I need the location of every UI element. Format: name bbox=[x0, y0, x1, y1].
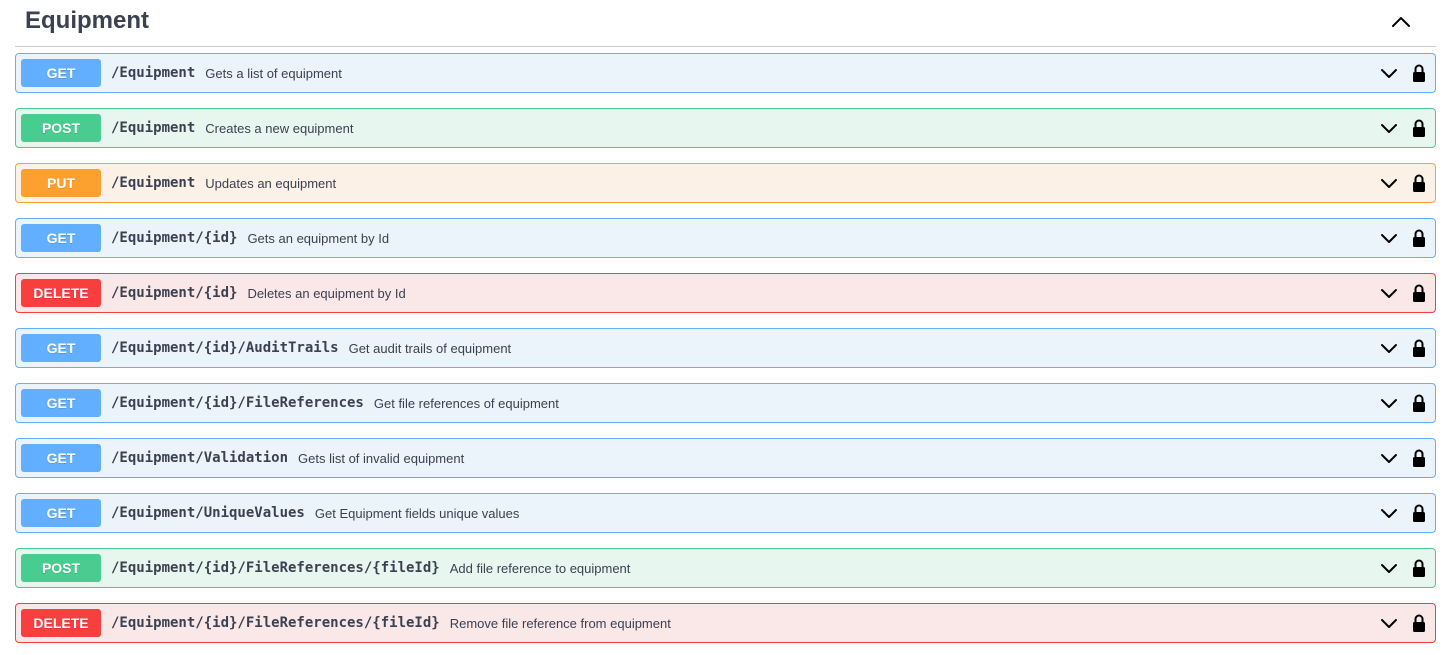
chevron-down-icon[interactable] bbox=[1379, 229, 1399, 247]
operation-description: Gets an equipment by Id bbox=[247, 230, 390, 246]
lock-icon[interactable] bbox=[1411, 447, 1427, 469]
operation-row[interactable]: GET/Equipment/UniqueValues Get Equipment … bbox=[15, 493, 1436, 533]
operation-description: Gets a list of equipment bbox=[205, 65, 342, 81]
method-badge: GET bbox=[21, 389, 101, 417]
operation-row[interactable]: PUT/Equipment Updates an equipment bbox=[15, 163, 1436, 203]
operation-summary-line: /Equipment Gets a list of equipment bbox=[111, 54, 342, 92]
method-badge: GET bbox=[21, 334, 101, 362]
operation-description: Remove file reference from equipment bbox=[449, 615, 671, 631]
chevron-down-icon[interactable] bbox=[1379, 119, 1399, 137]
operation-row[interactable]: DELETE/Equipment/{id} Deletes an equipmen… bbox=[15, 273, 1436, 313]
operation-row[interactable]: GET/Equipment/{id} Gets an equipment by I… bbox=[15, 218, 1436, 258]
operation-description: Deletes an equipment by Id bbox=[247, 285, 406, 301]
chevron-down-icon[interactable] bbox=[1379, 504, 1399, 522]
operation-path: /Equipment/{id} bbox=[111, 230, 238, 246]
operation-description: Updates an equipment bbox=[205, 175, 337, 191]
operation-description: Get file references of equipment bbox=[373, 395, 559, 411]
operation-path: /Equipment bbox=[111, 175, 196, 191]
method-badge: DELETE bbox=[21, 609, 101, 637]
chevron-down-icon[interactable] bbox=[1379, 614, 1399, 632]
method-badge: GET bbox=[21, 224, 101, 252]
operation-summary-line: /Equipment/Validation Gets list of invali… bbox=[111, 439, 464, 477]
operation-row[interactable]: GET/Equipment/{id}/FileReferences Get fil… bbox=[15, 383, 1436, 423]
operation-row[interactable]: GET/Equipment Gets a list of equipment bbox=[15, 53, 1436, 93]
chevron-down-icon[interactable] bbox=[1379, 559, 1399, 577]
operation-description: Gets list of invalid equipment bbox=[298, 450, 465, 466]
operation-summary-line: /Equipment/{id} Gets an equipment by Id bbox=[111, 219, 389, 257]
operation-path: /Equipment/UniqueValues bbox=[111, 505, 305, 521]
lock-icon[interactable] bbox=[1411, 502, 1427, 524]
operation-path: /Equipment/{id} bbox=[111, 285, 238, 301]
section-title: Equipment bbox=[25, 7, 149, 34]
chevron-down-icon[interactable] bbox=[1379, 174, 1399, 192]
lock-icon[interactable] bbox=[1411, 172, 1427, 194]
chevron-down-icon[interactable] bbox=[1379, 394, 1399, 412]
lock-icon[interactable] bbox=[1411, 337, 1427, 359]
operation-summary-line: /Equipment Updates an equipment bbox=[111, 164, 336, 202]
operation-summary-line: /Equipment/{id}/FileReferences/{fileId} R… bbox=[111, 604, 671, 642]
method-badge: GET bbox=[21, 499, 101, 527]
method-badge: GET bbox=[21, 59, 101, 87]
method-badge: POST bbox=[21, 114, 101, 142]
operation-row[interactable]: DELETE/Equipment/{id}/FileReferences/{fi… bbox=[15, 603, 1436, 643]
lock-icon[interactable] bbox=[1411, 62, 1427, 84]
operation-path: /Equipment/{id}/AuditTrails bbox=[111, 340, 339, 356]
lock-icon[interactable] bbox=[1411, 557, 1427, 579]
lock-icon[interactable] bbox=[1411, 282, 1427, 304]
operation-row[interactable]: POST/Equipment Creates a new equipment bbox=[15, 108, 1436, 148]
operation-description: Get audit trails of equipment bbox=[348, 340, 512, 356]
chevron-down-icon[interactable] bbox=[1379, 449, 1399, 467]
section-header-equipment[interactable]: Equipment bbox=[15, 0, 1436, 47]
operation-row[interactable]: POST/Equipment/{id}/FileReferences/{file… bbox=[15, 548, 1436, 588]
lock-icon[interactable] bbox=[1411, 392, 1427, 414]
operation-path: /Equipment/{id}/FileReferences/{fileId} bbox=[111, 615, 440, 631]
operation-path: /Equipment bbox=[111, 65, 196, 81]
operation-description: Get Equipment fields unique values bbox=[314, 505, 520, 521]
chevron-down-icon[interactable] bbox=[1379, 64, 1399, 82]
operation-summary-line: /Equipment/{id}/FileReferences Get file r… bbox=[111, 384, 559, 422]
operation-summary-line: /Equipment Creates a new equipment bbox=[111, 109, 353, 147]
chevron-down-icon[interactable] bbox=[1379, 339, 1399, 357]
operation-summary-line: /Equipment/{id}/FileReferences/{fileId} A… bbox=[111, 549, 630, 587]
operation-summary-line: /Equipment/{id}/AuditTrails Get audit tra… bbox=[111, 329, 511, 367]
operation-path: /Equipment bbox=[111, 120, 196, 136]
operation-path: /Equipment/Validation bbox=[111, 450, 289, 466]
operation-summary-line: /Equipment/{id} Deletes an equipment by I… bbox=[111, 274, 406, 312]
operation-description: Creates a new equipment bbox=[205, 120, 354, 136]
lock-icon[interactable] bbox=[1411, 612, 1427, 634]
operation-row[interactable]: GET/Equipment/Validation Gets list of inv… bbox=[15, 438, 1436, 478]
method-badge: PUT bbox=[21, 169, 101, 197]
operation-row[interactable]: GET/Equipment/{id}/AuditTrails Get audit … bbox=[15, 328, 1436, 368]
method-badge: POST bbox=[21, 554, 101, 582]
method-badge: DELETE bbox=[21, 279, 101, 307]
chevron-up-icon[interactable] bbox=[1389, 12, 1413, 32]
operation-path: /Equipment/{id}/FileReferences/{fileId} bbox=[111, 560, 440, 576]
operation-summary-line: /Equipment/UniqueValues Get Equipment fie… bbox=[111, 494, 519, 532]
chevron-down-icon[interactable] bbox=[1379, 284, 1399, 302]
lock-icon[interactable] bbox=[1411, 227, 1427, 249]
lock-icon[interactable] bbox=[1411, 117, 1427, 139]
method-badge: GET bbox=[21, 444, 101, 472]
operation-path: /Equipment/{id}/FileReferences bbox=[111, 395, 364, 411]
operation-description: Add file reference to equipment bbox=[449, 560, 631, 576]
